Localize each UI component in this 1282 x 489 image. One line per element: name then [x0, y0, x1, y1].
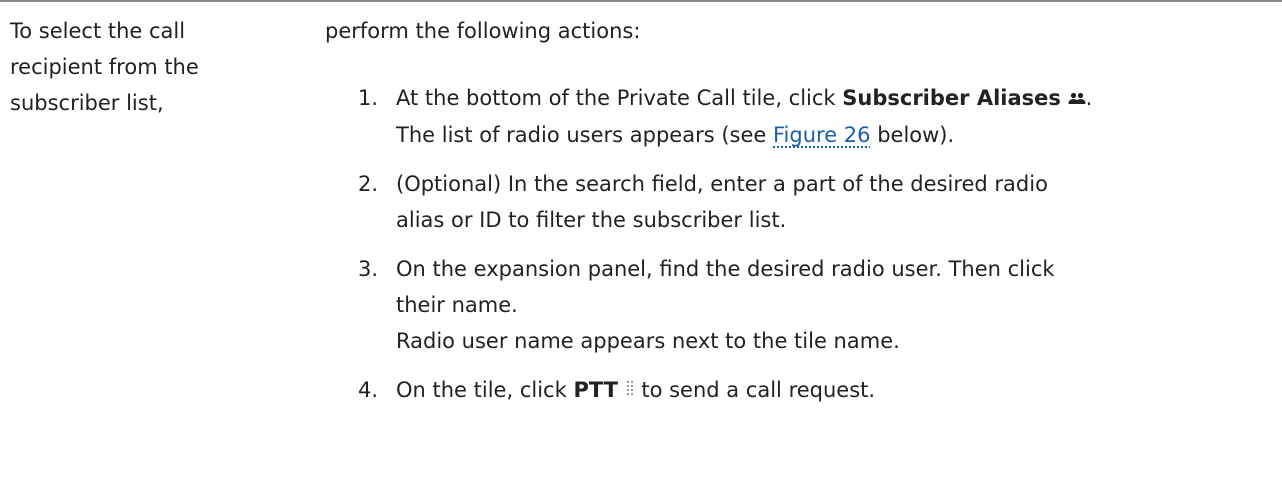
ptt-icon: [625, 373, 635, 409]
list-item: 1. At the bottom of the Private Call til…: [358, 80, 1268, 153]
step-text: On the expansion panel, find the desired…: [396, 257, 1055, 281]
figure-link[interactable]: Figure 26: [773, 123, 871, 147]
ptt-label: PTT: [573, 378, 618, 402]
step-number: 2.: [358, 172, 379, 196]
list-item: 4. On the tile, click PTT to send a call…: [358, 372, 1268, 409]
condition-cell: To select the call recipient from the su…: [10, 13, 300, 121]
condition-line: subscriber list,: [10, 91, 164, 115]
step-number: 3.: [358, 257, 379, 281]
people-icon: [1068, 81, 1086, 117]
step-text: (Optional) In the search field, enter a …: [396, 172, 1048, 196]
step-text: On the tile, click: [396, 378, 574, 402]
list-item: 2. (Optional) In the search field, enter…: [358, 166, 1268, 238]
step-text: to send a call request.: [634, 378, 876, 402]
list-item: 3. On the expansion panel, find the desi…: [358, 251, 1268, 359]
table-top-rule: [0, 0, 1282, 2]
steps-list: 1. At the bottom of the Private Call til…: [358, 80, 1268, 422]
step-number: 1.: [358, 86, 379, 110]
condition-line: recipient from the: [10, 55, 199, 79]
step-text: .: [1085, 86, 1093, 110]
intro-text: perform the following actions:: [325, 19, 641, 43]
condition-line: To select the call: [10, 19, 186, 43]
step-text: below).: [870, 123, 955, 147]
step-result: Radio user name appears next to the tile…: [396, 329, 900, 353]
step-text: The list of radio users appears (see: [396, 123, 773, 147]
subscriber-aliases-label: Subscriber Aliases: [842, 86, 1061, 110]
step-text: At the bottom of the Private Call tile, …: [396, 86, 843, 110]
step-text: their name.: [396, 293, 518, 317]
step-text: alias or ID to filter the subscriber lis…: [396, 208, 787, 232]
step-number: 4.: [358, 378, 379, 402]
